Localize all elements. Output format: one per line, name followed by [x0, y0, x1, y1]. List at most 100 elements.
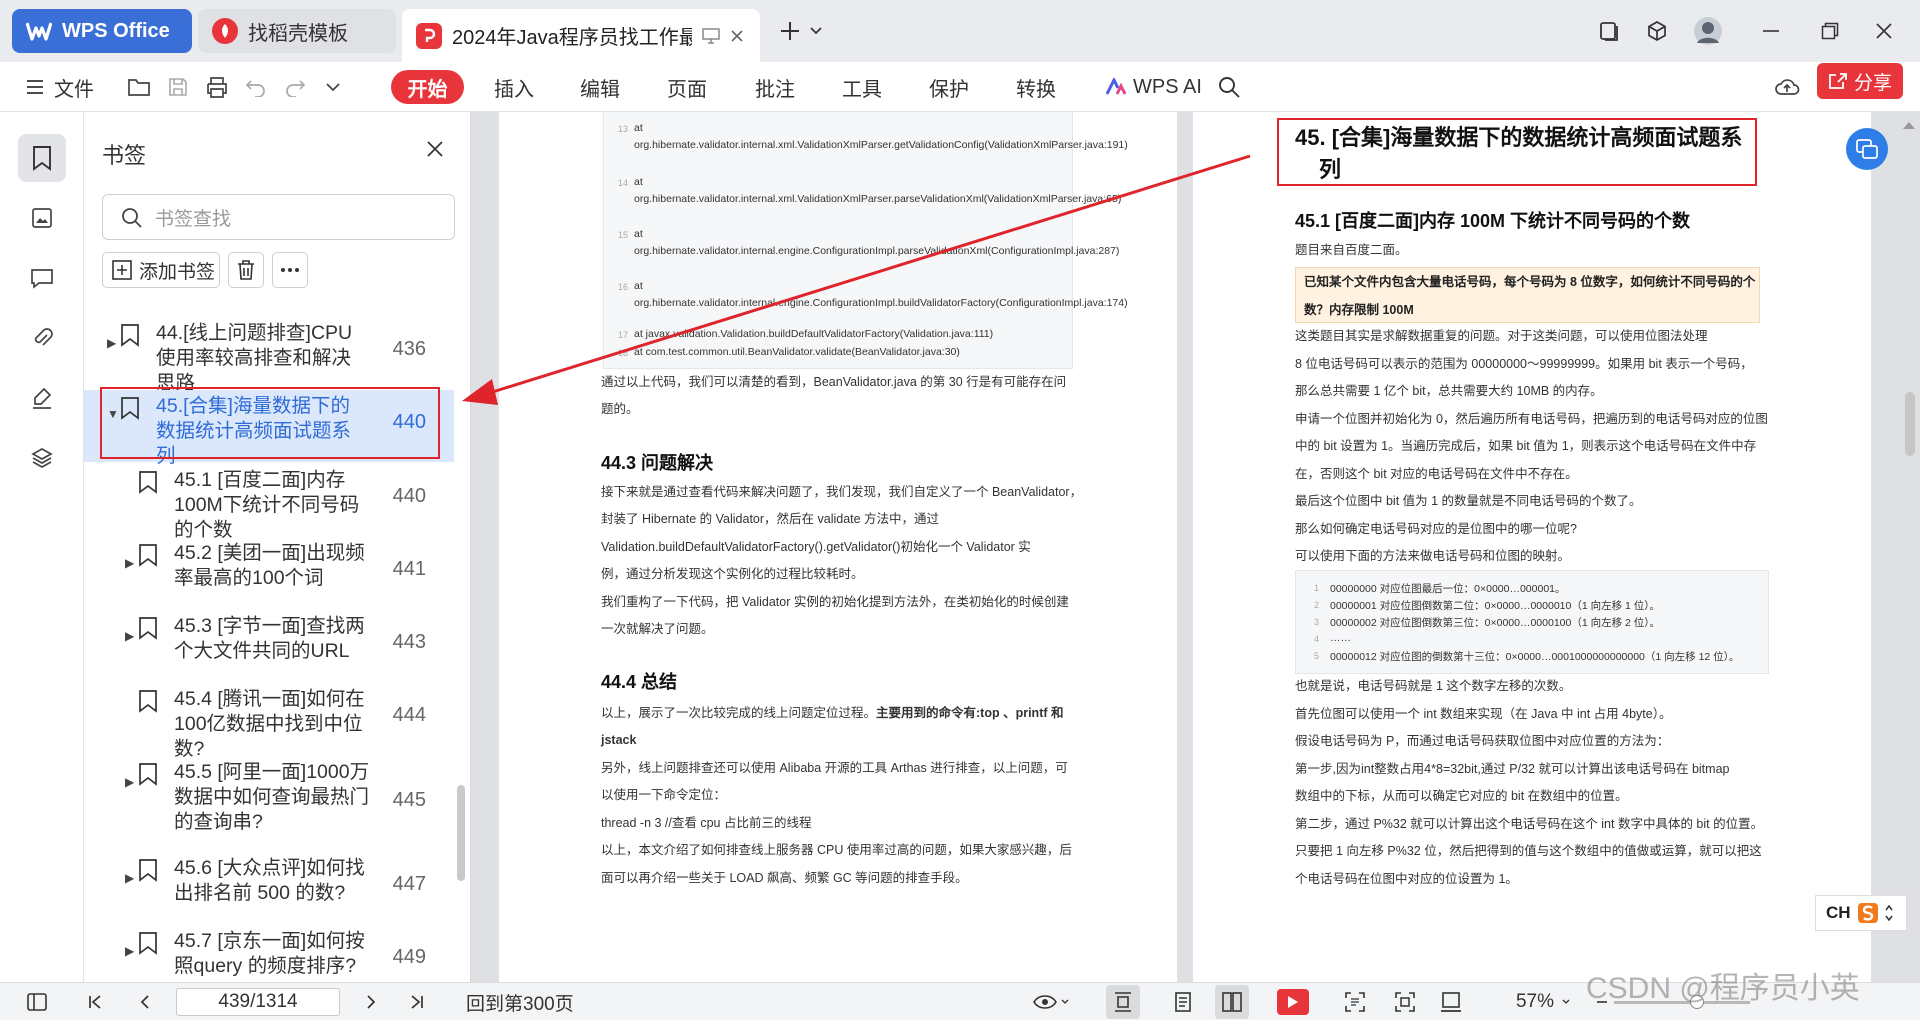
more-options-button[interactable]	[272, 252, 308, 288]
add-bookmark-button[interactable]: 添加书签	[102, 252, 220, 288]
code-line: at org.hibernate.validator.internal.engi…	[634, 280, 1128, 309]
search-icon[interactable]	[1214, 73, 1244, 101]
tab-template-store[interactable]: 找稻壳模板	[198, 9, 396, 53]
paragraph: 最后这个位图中 bit 值为 1 的数量就是不同电话号码的个数了。	[1295, 494, 1642, 508]
bookmark-item[interactable]: ▶ 44.[线上问题排查]CPU使用率较高排查和解决思路 436	[84, 317, 454, 394]
bookmark-search-input[interactable]: 书签查找	[102, 194, 455, 240]
print-icon[interactable]	[202, 73, 232, 101]
cube-icon[interactable]	[1639, 14, 1675, 48]
more-chevron-icon[interactable]	[318, 73, 348, 101]
close-panel-icon[interactable]	[426, 140, 444, 158]
wps-ai-button[interactable]: WPS AI	[1105, 70, 1202, 104]
close-window-icon[interactable]	[1866, 14, 1902, 48]
share-button[interactable]: 分享	[1817, 63, 1903, 99]
delete-bookmark-button[interactable]	[228, 252, 264, 288]
expand-arrow-icon[interactable]: ▶	[125, 551, 134, 576]
code-block: 13 at org.hibernate.validator.internal.x…	[603, 112, 1128, 369]
bookmark-page: 449	[392, 946, 426, 968]
prev-page-icon[interactable]	[132, 989, 158, 1015]
monitor-icon[interactable]	[702, 27, 720, 44]
close-tab-icon[interactable]	[730, 29, 744, 43]
bookmark-item[interactable]: ▶ 45.2 [美团一面]出现频率最高的100个词 441	[84, 537, 454, 609]
bookmark-panel: 书签 书签查找 添加书签 ▶ 44.[线上问题排查]CPU使用率较高排查和解决思…	[84, 112, 471, 982]
reading-mode-icon[interactable]	[1436, 989, 1466, 1015]
menu-insert[interactable]: 插入	[494, 70, 534, 104]
bookmark-item[interactable]: 45.4 [腾讯一面]如何在100亿数据中找到中位数? 444	[84, 683, 454, 760]
dual-page-icon[interactable]	[1215, 985, 1249, 1019]
menu-start[interactable]: 开始	[391, 70, 464, 104]
goto-page-link[interactable]: 回到第300页	[466, 989, 574, 1015]
layers-icon[interactable]	[18, 434, 66, 482]
add-bookmark-icon	[111, 259, 133, 281]
bookmark-item[interactable]: ▶ 45.5 [阿里一面]1000万数据中如何查询最热门的查询串? 445	[84, 756, 454, 848]
play-slideshow-icon[interactable]	[1277, 989, 1309, 1015]
cloud-upload-icon[interactable]	[1772, 73, 1802, 101]
fullscreen-icon[interactable]	[1390, 989, 1420, 1015]
line-number: 4	[1314, 634, 1320, 644]
menu-tools[interactable]: 工具	[842, 70, 882, 104]
expand-arrow-icon[interactable]: ▶	[125, 939, 134, 964]
single-page-icon[interactable]	[1168, 989, 1198, 1015]
expand-arrow-icon[interactable]: ▶	[125, 866, 134, 891]
window-layout-icon[interactable]	[1591, 14, 1627, 48]
thumbnail-icon[interactable]	[18, 194, 66, 242]
scroll-up-arrow-icon[interactable]	[1902, 120, 1916, 130]
first-page-icon[interactable]	[82, 989, 108, 1015]
file-menu[interactable]: 文件	[26, 70, 94, 104]
paragraph: 第一步,因为int整数占用4*8=32bit,通过 P/32 就可以计算出该电话…	[1295, 762, 1730, 776]
expand-arrow-icon[interactable]: ▶	[125, 770, 134, 795]
bookmark-item[interactable]: ▶ 45.7 [京东一面]如何按照query 的频度排序? 449	[84, 925, 454, 981]
menu-comment[interactable]: 批注	[755, 70, 795, 104]
menu-edit[interactable]: 编辑	[580, 70, 620, 104]
menu-protect[interactable]: 保护	[929, 70, 969, 104]
bookmark-panel-icon[interactable]	[18, 134, 66, 182]
panel-scrollbar[interactable]	[457, 785, 465, 881]
expand-arrow-icon[interactable]: ▶	[125, 624, 134, 649]
bookmark-page: 447	[392, 873, 426, 895]
docer-logo-icon	[212, 18, 238, 44]
redo-icon[interactable]	[280, 73, 310, 101]
comment-icon[interactable]	[18, 254, 66, 302]
attachment-icon[interactable]	[18, 314, 66, 362]
code-line: 00000012 对应位图的倒数第十三位：0×0000…000100000000…	[1330, 651, 1740, 663]
last-page-icon[interactable]	[404, 989, 430, 1015]
minimize-icon[interactable]	[1753, 14, 1789, 48]
line-number: 2	[1314, 600, 1320, 610]
next-page-icon[interactable]	[358, 989, 384, 1015]
open-folder-icon[interactable]	[124, 73, 154, 101]
document-scrollbar[interactable]	[1905, 392, 1915, 456]
ime-indicator[interactable]: CH	[1815, 895, 1907, 931]
search-placeholder: 书签查找	[155, 208, 232, 230]
translate-float-button[interactable]	[1846, 128, 1888, 170]
bookmark-icon	[138, 931, 158, 955]
restore-icon[interactable]	[1812, 14, 1848, 48]
menu-page[interactable]: 页面	[667, 70, 707, 104]
bookmark-item[interactable]: ▶ 45.3 [字节一面]查找两个大文件共同的URL 443	[84, 610, 454, 682]
signature-icon[interactable]	[18, 374, 66, 422]
paragraph: 数组中的下标，从而可以确定它对应的 bit 在数组中的位置。	[1295, 789, 1628, 803]
save-icon[interactable]	[163, 73, 193, 101]
bookmark-item[interactable]: ▶ 45.6 [大众点评]如何找出排名前 500 的数? 447	[84, 852, 454, 924]
paragraph: 第二步，通过 P%32 就可以计算出这个电话号码在这个 int 数字中具体的 b…	[1295, 817, 1764, 831]
fit-width-icon[interactable]	[1106, 985, 1140, 1019]
sidebar-toggle-icon[interactable]	[22, 989, 52, 1015]
paragraph: 这类题目其实是求解数据重复的问题。对于这类问题，可以使用位图法处理	[1295, 329, 1708, 343]
code-line: 00000001 对应位图倒数第二位：0×0000…0000010（1 向左移 …	[1330, 600, 1661, 612]
scan-icon[interactable]	[1340, 989, 1370, 1015]
zoom-select[interactable]: 57%	[1508, 989, 1578, 1015]
new-tab-icon[interactable]	[772, 14, 808, 48]
chevron-down-icon[interactable]	[804, 14, 828, 48]
paragraph: 中的 bit 设置为 1。当遍历完成后，如果 bit 值为 1，则表示这个电话号…	[1295, 439, 1757, 453]
eye-protect-icon[interactable]	[1028, 989, 1074, 1015]
tab-current-document[interactable]: 2024年Java程序员找工作最新	[402, 9, 760, 62]
code-line: ……	[1330, 632, 1351, 644]
bookmark-item[interactable]: 45.1 [百度二面]内存100M下统计不同号码的个数 440	[84, 464, 454, 541]
menu-convert[interactable]: 转换	[1016, 70, 1056, 104]
search-icon	[121, 207, 143, 229]
expand-arrow-icon[interactable]: ▶	[107, 331, 116, 356]
page-number-input[interactable]: 439/1314	[176, 988, 340, 1016]
tab-wps-office[interactable]: WPS Office	[12, 9, 192, 53]
bookmark-icon	[138, 689, 158, 713]
avatar[interactable]	[1690, 14, 1726, 48]
undo-icon[interactable]	[241, 73, 271, 101]
